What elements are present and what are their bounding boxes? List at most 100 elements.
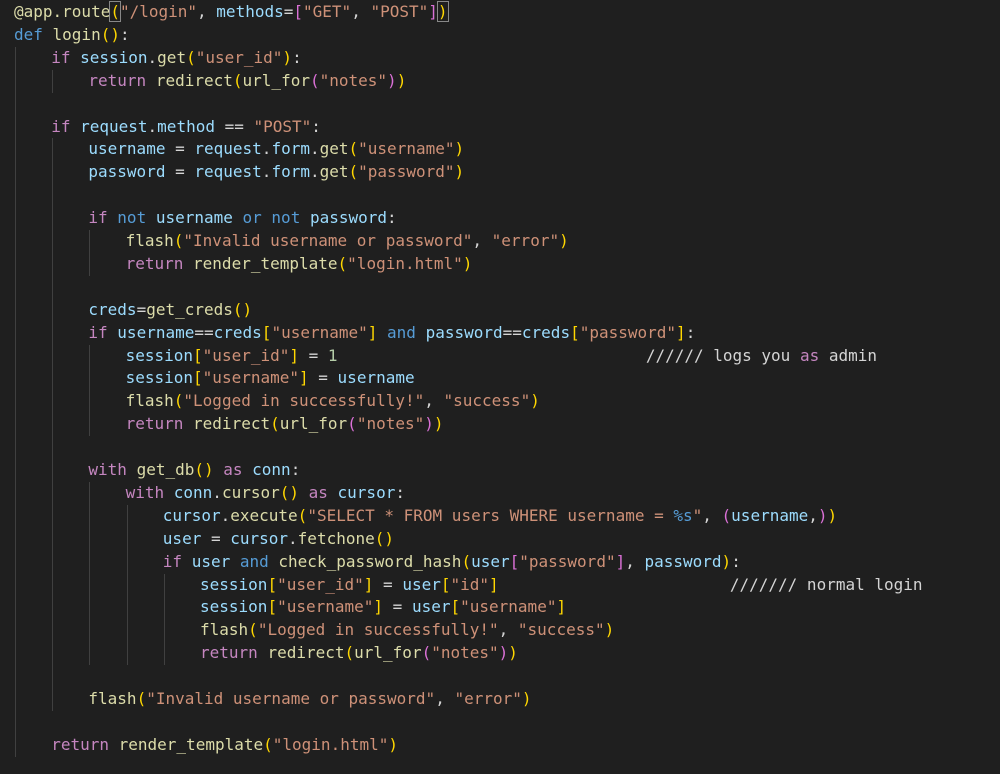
code-line[interactable]: with get_db() as conn: — [88, 459, 300, 481]
code-token: "notes" — [431, 643, 499, 663]
code-token: username — [155, 208, 233, 228]
code-token: [ — [450, 597, 461, 617]
code-token: ) — [604, 620, 615, 640]
code-line[interactable]: session["user_id"] = user["id"] /////// … — [200, 574, 923, 596]
code-token: not — [117, 208, 156, 228]
code-token: ( — [347, 414, 357, 434]
code-token: as — [799, 345, 820, 365]
code-token: as — [213, 460, 253, 479]
code-token: == — [214, 116, 254, 136]
code-token: "GET" — [303, 2, 352, 21]
code-token: ) — [521, 689, 532, 708]
code-token: get — [319, 162, 349, 182]
code-token: return — [125, 253, 194, 273]
code-token: "Logged in successfully!" — [183, 391, 425, 411]
code-token: return — [125, 414, 194, 434]
code-token: "POST" — [253, 116, 312, 136]
code-token: "error" — [491, 231, 560, 250]
code-token: "notes" — [356, 414, 425, 434]
code-token: "user_id" — [202, 345, 290, 365]
code-token: redirect — [193, 414, 271, 434]
code-token: , — [424, 391, 444, 411]
code-line[interactable]: session["username"] = username — [126, 367, 415, 389]
code-line[interactable]: session["user_id"] = 1 ////// logs you a… — [126, 345, 877, 367]
code-line[interactable]: user = cursor.fetchone() — [163, 528, 394, 550]
code-line[interactable]: if request.method == "POST": — [51, 116, 321, 138]
code-line[interactable]: cursor.execute("SELECT * FROM users WHER… — [163, 505, 837, 527]
code-token: , — [625, 551, 645, 571]
code-token: : — [387, 208, 397, 228]
code-token: request — [194, 139, 262, 159]
code-line[interactable]: flash("Invalid username or password", "e… — [126, 230, 569, 252]
code-line[interactable]: flash("Logged in successfully!", "succes… — [126, 390, 540, 412]
code-token: flash — [88, 689, 137, 708]
code-line[interactable]: return render_template("login.html") — [51, 734, 398, 756]
code-token: username — [117, 322, 195, 342]
code-token: render_template — [118, 734, 264, 754]
code-line[interactable]: return render_template("login.html") — [126, 253, 473, 275]
code-token: ] — [489, 574, 499, 594]
code-line[interactable]: @app.route("/login", methods=["GET", "PO… — [14, 1, 449, 23]
code-token: == — [194, 322, 214, 342]
code-token: : — [292, 47, 302, 67]
code-line[interactable]: return redirect(url_for("notes")) — [88, 70, 406, 92]
code-token: = — [373, 574, 403, 594]
code-token: ] — [373, 597, 384, 617]
code-token: fetchone — [297, 528, 375, 548]
code-token: ) — [498, 643, 509, 663]
code-line[interactable]: def login(): — [14, 24, 130, 46]
code-token: ( — [173, 391, 184, 411]
code-token: [ — [509, 551, 520, 571]
code-token: if — [88, 208, 118, 228]
code-line[interactable]: flash("Invalid username or password", "e… — [88, 688, 531, 710]
code-line[interactable]: username = request.form.get("username") — [88, 138, 464, 160]
code-token: with — [125, 482, 174, 502]
code-token: not — [271, 208, 310, 228]
code-line[interactable]: return redirect(url_for("notes")) — [126, 413, 444, 435]
code-line[interactable]: if user and check_password_hash(user["pa… — [163, 551, 741, 573]
code-token: () — [374, 528, 394, 548]
code-token: ) — [817, 505, 828, 525]
code-line[interactable]: if not username or not password: — [88, 207, 396, 229]
code-token: ////// — [337, 345, 704, 365]
code-token: "login.html" — [272, 734, 389, 754]
code-token: ( — [297, 505, 308, 525]
code-token: ( — [348, 162, 359, 182]
code-token: if — [51, 47, 81, 67]
code-token: . — [147, 116, 158, 136]
code-token: ) — [721, 551, 732, 571]
code-token: "username" — [202, 368, 299, 388]
code-token: username — [88, 139, 166, 159]
code-line[interactable]: with conn.cursor() as cursor: — [126, 482, 405, 504]
code-token: password — [309, 208, 388, 228]
code-token: = — [165, 139, 195, 159]
code-token: ) — [454, 139, 465, 159]
code-token: return — [88, 70, 156, 90]
code-line[interactable]: if username==creds["username"] and passw… — [88, 322, 695, 344]
code-token: redirect — [155, 70, 233, 90]
code-token: ( — [721, 505, 732, 525]
code-line[interactable]: creds=get_creds() — [88, 299, 252, 321]
indent-guide — [163, 573, 165, 666]
code-token: render_template — [193, 253, 338, 273]
code-token: . — [212, 482, 222, 502]
code-token: "Invalid username or password" — [183, 231, 473, 250]
code-token: , — [702, 505, 722, 525]
code-line[interactable]: password = request.form.get("password") — [88, 161, 464, 183]
code-token: url_for — [242, 70, 310, 90]
code-line[interactable]: flash("Logged in successfully!", "succes… — [200, 619, 614, 641]
code-line[interactable]: session["username"] = user["username"] — [200, 596, 566, 618]
code-editor[interactable]: @app.route("/login", methods=["GET", "PO… — [0, 0, 1000, 774]
code-line[interactable]: return redirect(url_for("notes")) — [200, 642, 518, 664]
code-token: session — [125, 345, 194, 365]
code-token: if — [51, 116, 81, 136]
code-token: "password" — [358, 162, 455, 182]
indent-guide — [126, 504, 128, 666]
code-token: ] — [363, 574, 374, 594]
code-token: redirect — [267, 643, 345, 663]
code-token: creds — [521, 322, 571, 342]
code-line[interactable]: if session.get("user_id"): — [51, 47, 302, 69]
code-token: "id" — [450, 574, 490, 594]
code-token: logs you — [703, 345, 800, 365]
code-token: . — [309, 162, 320, 182]
